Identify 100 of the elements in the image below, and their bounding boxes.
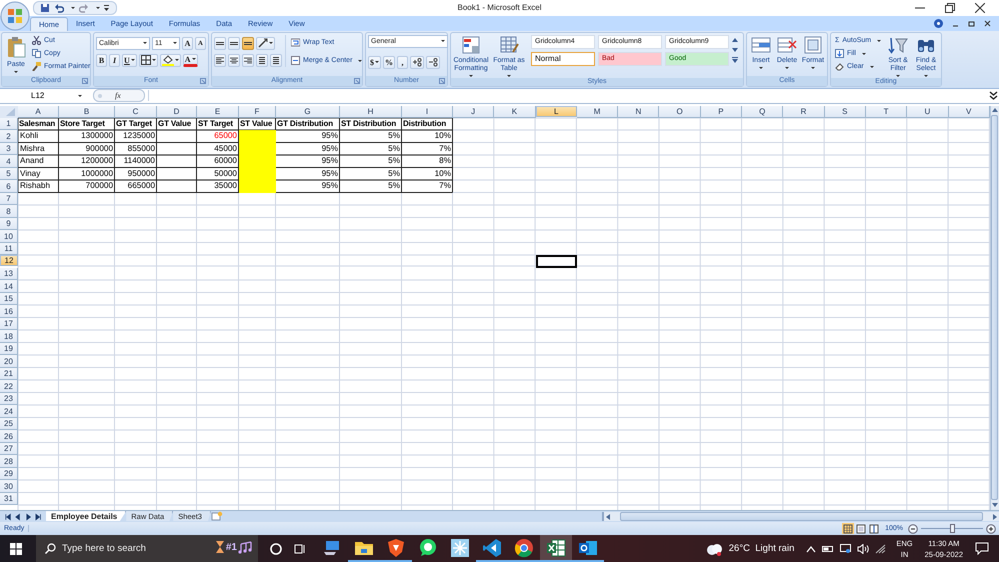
weather-text[interactable]: 26°C Light rain bbox=[728, 543, 794, 554]
increase-decimal-button[interactable] bbox=[410, 56, 424, 69]
align-left-button[interactable] bbox=[214, 54, 226, 67]
row-header[interactable]: 13 bbox=[0, 268, 18, 280]
task-view-icon[interactable] bbox=[294, 542, 306, 554]
increase-indent-button[interactable] bbox=[270, 54, 282, 67]
row-header[interactable]: 29 bbox=[0, 468, 18, 480]
insert-sheet-icon[interactable] bbox=[210, 511, 223, 522]
scroll-left-icon[interactable] bbox=[604, 512, 612, 521]
row-header[interactable]: 12 bbox=[0, 255, 18, 266]
cloud-icon[interactable] bbox=[704, 542, 723, 556]
battery-icon[interactable] bbox=[822, 544, 834, 552]
row-header[interactable]: 26 bbox=[0, 430, 18, 443]
column-header[interactable]: L bbox=[536, 106, 577, 117]
restore-icon[interactable] bbox=[945, 2, 955, 13]
view-button[interactable] bbox=[842, 523, 854, 534]
sheet-tab[interactable]: Employee Details bbox=[46, 511, 126, 522]
row-header[interactable]: 6 bbox=[0, 180, 18, 193]
close-icon[interactable] bbox=[975, 2, 985, 13]
row-header[interactable]: 9 bbox=[0, 218, 18, 230]
taskbar-app[interactable] bbox=[540, 535, 572, 562]
customize-icon[interactable] bbox=[104, 4, 110, 12]
column-header[interactable]: A bbox=[18, 106, 59, 118]
column-header[interactable]: H bbox=[340, 106, 402, 118]
row-header[interactable]: 31 bbox=[0, 492, 18, 506]
column-header[interactable]: C bbox=[115, 106, 157, 118]
row-header[interactable]: 23 bbox=[0, 392, 18, 406]
orientation-button[interactable] bbox=[256, 36, 275, 50]
cell-style[interactable]: Normal bbox=[531, 52, 595, 66]
insert-function-button[interactable]: fx bbox=[115, 91, 121, 100]
column-header[interactable]: Q bbox=[742, 106, 784, 118]
font-color-button[interactable]: A bbox=[182, 54, 198, 67]
column-header[interactable]: O bbox=[659, 106, 701, 118]
row-header[interactable]: 30 bbox=[0, 480, 18, 493]
italic-button[interactable]: I bbox=[109, 54, 120, 67]
column-header[interactable]: E bbox=[197, 106, 239, 118]
row-header[interactable]: 3 bbox=[0, 142, 18, 156]
row-header[interactable]: 17 bbox=[0, 318, 18, 330]
row-header[interactable]: 16 bbox=[0, 305, 18, 318]
notification-icon[interactable] bbox=[975, 542, 989, 555]
grow-font-button[interactable]: A bbox=[182, 36, 193, 50]
column-header[interactable]: F bbox=[239, 106, 276, 118]
column-header[interactable]: G bbox=[276, 106, 340, 118]
comma-style-button[interactable]: , bbox=[397, 56, 408, 69]
align-right-button[interactable] bbox=[242, 54, 254, 67]
scroll-up-icon[interactable] bbox=[731, 36, 739, 44]
more-icon[interactable] bbox=[731, 56, 739, 64]
first-sheet-icon[interactable] bbox=[4, 512, 12, 521]
row-header[interactable]: 15 bbox=[0, 292, 18, 306]
row-header[interactable]: 10 bbox=[0, 230, 18, 243]
last-sheet-icon[interactable] bbox=[34, 512, 42, 521]
row-header[interactable]: 20 bbox=[0, 355, 18, 368]
decrease-decimal-button[interactable] bbox=[426, 56, 440, 69]
align-center-button[interactable] bbox=[228, 54, 240, 67]
undo-icon[interactable] bbox=[54, 2, 64, 13]
row-header[interactable]: 21 bbox=[0, 368, 18, 380]
view-button[interactable] bbox=[868, 523, 880, 534]
volume-icon[interactable] bbox=[857, 544, 870, 554]
row-header[interactable]: 4 bbox=[0, 155, 18, 168]
align-bottom-button[interactable] bbox=[242, 36, 254, 50]
zoom-out-icon[interactable] bbox=[908, 524, 918, 534]
row-header[interactable]: 19 bbox=[0, 342, 18, 356]
display-icon[interactable] bbox=[840, 544, 852, 554]
close-icon[interactable] bbox=[984, 20, 991, 27]
column-header[interactable]: T bbox=[866, 106, 908, 118]
row-header[interactable]: 14 bbox=[0, 280, 18, 293]
row-header[interactable]: 28 bbox=[0, 455, 18, 468]
percent-button[interactable]: % bbox=[383, 56, 395, 69]
underline-button[interactable]: U bbox=[122, 54, 137, 67]
windows-icon[interactable] bbox=[10, 542, 22, 554]
zoom-in-icon[interactable] bbox=[986, 524, 996, 534]
chevron-up-icon[interactable] bbox=[806, 544, 816, 552]
help-icon[interactable] bbox=[934, 18, 943, 28]
row-header[interactable]: 22 bbox=[0, 380, 18, 393]
restore-icon[interactable] bbox=[968, 20, 975, 27]
column-header[interactable]: P bbox=[700, 106, 742, 118]
column-header[interactable]: U bbox=[907, 106, 949, 118]
row-header[interactable]: 8 bbox=[0, 205, 18, 218]
fill-color-button[interactable] bbox=[160, 54, 181, 67]
bold-button[interactable]: B bbox=[96, 54, 107, 67]
row-header[interactable]: 25 bbox=[0, 418, 18, 430]
next-sheet-icon[interactable] bbox=[24, 512, 32, 521]
decrease-indent-button[interactable] bbox=[256, 54, 268, 67]
active-cell[interactable] bbox=[536, 255, 577, 268]
column-header[interactable]: B bbox=[59, 106, 115, 118]
borders-button[interactable] bbox=[138, 54, 158, 67]
row-header[interactable]: 7 bbox=[0, 192, 18, 206]
column-header[interactable]: D bbox=[157, 106, 197, 118]
view-button[interactable] bbox=[855, 523, 868, 534]
column-header[interactable]: J bbox=[453, 106, 494, 118]
scroll-thumb[interactable] bbox=[991, 114, 998, 500]
column-header[interactable]: R bbox=[783, 106, 825, 118]
row-header[interactable]: 18 bbox=[0, 330, 18, 343]
scroll-down-icon[interactable] bbox=[731, 46, 739, 54]
column-header[interactable]: S bbox=[824, 106, 866, 118]
row-header[interactable]: 24 bbox=[0, 405, 18, 418]
row-header[interactable]: 11 bbox=[0, 242, 18, 256]
expand-icon[interactable] bbox=[989, 90, 998, 102]
column-header[interactable]: K bbox=[494, 106, 536, 118]
column-header[interactable]: I bbox=[402, 106, 453, 118]
